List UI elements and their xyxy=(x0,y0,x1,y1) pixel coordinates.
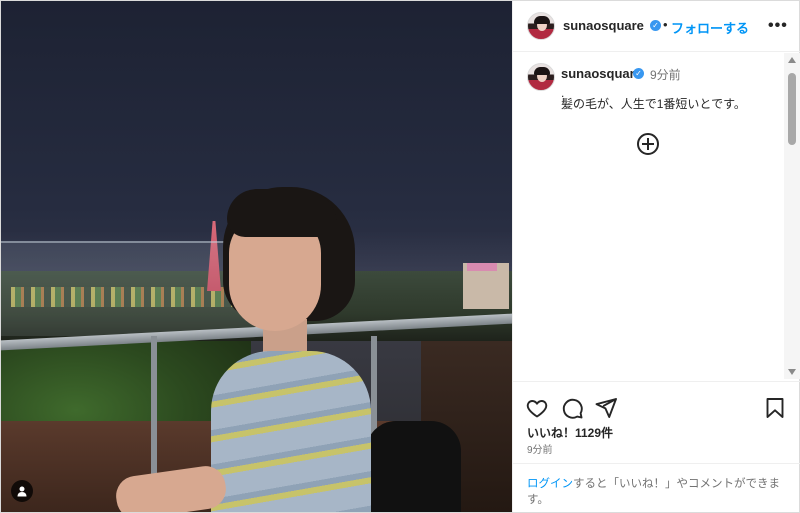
photo-person-sweater xyxy=(211,351,371,512)
avatar[interactable] xyxy=(527,12,555,40)
post-header: sunaosquare ✓ • フォローする ••• xyxy=(513,1,800,52)
post-time: 9分前 xyxy=(527,445,553,456)
scroll-down-arrow[interactable] xyxy=(788,369,796,375)
photo-person-bangs xyxy=(227,189,337,237)
photo-building-sign xyxy=(467,263,497,271)
header-separator: • xyxy=(663,17,668,32)
comment-icon[interactable] xyxy=(560,396,584,420)
comments-area[interactable]: sunaosquare ✓ 9分前 . 髪の毛が、人生で1番短いとです。 xyxy=(513,53,800,379)
avatar[interactable] xyxy=(527,63,555,91)
verified-icon: ✓ xyxy=(650,20,661,31)
comments-scrollbar[interactable] xyxy=(784,53,800,379)
likes-count[interactable]: いいね！1129件 xyxy=(527,424,613,441)
login-link[interactable]: ログイン xyxy=(527,478,573,490)
comment-username[interactable]: sunaosquare xyxy=(561,66,642,81)
caption-line-2: 髪の毛が、人生で1番短いとです。 xyxy=(561,97,746,111)
add-comment-icon[interactable] xyxy=(637,133,659,155)
scroll-thumb[interactable] xyxy=(788,73,796,145)
post-side-panel: sunaosquare ✓ • フォローする ••• sunaosquare ✓… xyxy=(512,1,800,512)
login-prompt: ログインすると「いいね！」やコメントができます。 xyxy=(513,463,800,512)
login-prompt-text: ログインすると「いいね！」やコメントができます。 xyxy=(527,476,789,508)
scroll-up-arrow[interactable] xyxy=(788,57,796,63)
post-actions: いいね！1129件 9分前 xyxy=(513,381,800,456)
heart-icon[interactable] xyxy=(525,396,549,420)
photo-bag xyxy=(366,421,461,512)
photo-rail-post xyxy=(151,336,157,476)
more-icon[interactable]: ••• xyxy=(768,17,788,35)
photo-glass-panel xyxy=(1,241,261,336)
comment-time[interactable]: 9分前 xyxy=(650,66,681,83)
bookmark-icon[interactable] xyxy=(763,396,787,420)
header-username[interactable]: sunaosquare xyxy=(563,18,644,33)
post-photo[interactable] xyxy=(1,1,512,512)
verified-icon: ✓ xyxy=(633,68,644,79)
follow-button[interactable]: フォローする xyxy=(671,18,749,37)
share-icon[interactable] xyxy=(594,396,618,420)
user-tag-icon[interactable] xyxy=(11,480,33,502)
